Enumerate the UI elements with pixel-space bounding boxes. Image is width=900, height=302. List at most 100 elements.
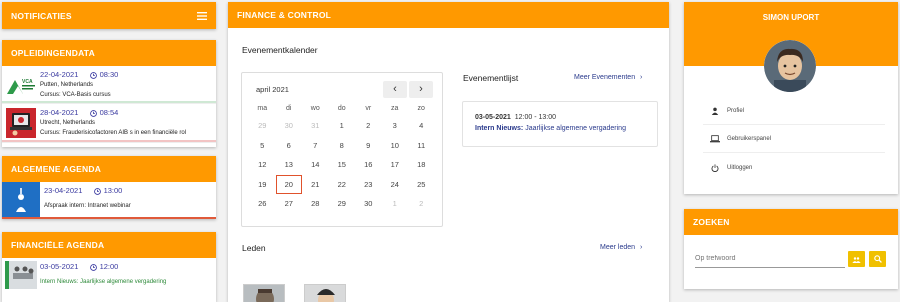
vca-logo-text: VCA	[22, 79, 33, 85]
calendar-day[interactable]: 2	[408, 194, 435, 214]
algemene-title: ALGEMENE AGENDA	[11, 164, 102, 174]
calendar-day[interactable]: 9	[355, 136, 382, 156]
menu-item-label: Profiel	[727, 108, 745, 114]
calendar-day[interactable]: 20	[275, 174, 303, 195]
chevron-right-icon: ›	[640, 74, 643, 81]
calendar-day[interactable]: 15	[329, 155, 356, 175]
members-search-button[interactable]	[848, 251, 865, 267]
calendar-day[interactable]: 27	[276, 194, 303, 214]
menu-item-label: Uitloggen	[727, 164, 753, 171]
calendar-day[interactable]: 4	[408, 116, 435, 136]
event-place: Putten, Netherlands	[40, 82, 94, 88]
calendar-day[interactable]: 31	[302, 116, 329, 136]
calendar-day[interactable]: 7	[302, 136, 329, 156]
chevron-right-icon: ›	[639, 244, 643, 251]
menu-icon[interactable]	[197, 11, 207, 21]
calendar-day[interactable]: 11	[408, 136, 435, 156]
calendar-day[interactable]: 14	[302, 155, 329, 175]
event-time: 08:30	[99, 70, 119, 79]
menu-item-label: Gebruikerspanel	[727, 136, 772, 142]
event-date: 03-05-2021	[475, 114, 511, 121]
calendar-day[interactable]: 5	[249, 136, 276, 156]
finance-header: FINANCE & CONTROL	[228, 2, 669, 28]
event-text: Intern Nieuws: Jaarlijkse algemene verga…	[40, 279, 167, 285]
calendar-day[interactable]: 28	[302, 194, 329, 214]
event-place: Utrecht, Netherlands	[40, 120, 96, 126]
weekday-label: do	[337, 105, 346, 112]
calendar-day[interactable]: 8	[329, 136, 356, 156]
event-time: 13:00	[103, 186, 123, 195]
search-button[interactable]	[869, 251, 886, 267]
item-accent	[2, 101, 216, 103]
calendar-month: april 2021	[256, 85, 289, 94]
calendar-day[interactable]: 12	[249, 155, 276, 175]
weekday-label: zo	[417, 105, 425, 112]
finance-control-card: FINANCE & CONTROL Evenementkalender apri…	[228, 2, 669, 302]
member-avatar[interactable]	[304, 284, 346, 302]
notifications-header: NOTIFICATIES	[2, 2, 216, 29]
event-date: 23-04-2021	[44, 186, 83, 195]
avatar[interactable]	[764, 40, 816, 92]
notifications-title: NOTIFICATIES	[11, 10, 72, 21]
member-avatar[interactable]	[243, 284, 285, 302]
event-time-range: 12:00 - 13:00	[514, 114, 557, 121]
calendar-day[interactable]: 19	[249, 175, 276, 195]
person-icon	[703, 107, 727, 115]
menu-item-logout[interactable]: Uitloggen	[703, 154, 885, 181]
calendar-day[interactable]: 1	[329, 116, 356, 136]
more-events-label: Meer Evenementen	[574, 74, 636, 81]
list-item[interactable]: 03-05-2021 12:00 Intern Nieuws: Jaarlijk…	[2, 258, 216, 302]
clock-icon	[94, 186, 102, 195]
calendar-day[interactable]: 25	[408, 175, 435, 195]
event-date: 03-05-2021	[40, 262, 79, 271]
calendar-day[interactable]: 13	[276, 155, 303, 175]
prev-month-button[interactable]: ‹	[383, 81, 407, 98]
calendar-day[interactable]: 1	[382, 194, 409, 214]
weekday-label: vr	[365, 105, 372, 112]
menu-item-dashboard[interactable]: Gebruikerspanel	[703, 126, 885, 153]
weekday-label: za	[391, 105, 399, 112]
calendar-day[interactable]: 30	[276, 116, 303, 136]
calendar-day[interactable]: 26	[249, 194, 276, 214]
menu-item-profile[interactable]: Profiel	[703, 98, 885, 125]
clock-icon	[90, 108, 98, 117]
list-item[interactable]: 23-04-2021 13:00 Afspraak intern: Intran…	[2, 182, 216, 219]
course-thumbnail	[2, 104, 40, 142]
event-date: 28-04-2021	[40, 108, 79, 117]
search-input[interactable]	[695, 250, 845, 268]
event-course: Cursus: VCA-Basis cursus	[40, 92, 111, 98]
more-members-link[interactable]: Meer leden ›	[600, 244, 642, 251]
search-title: ZOEKEN	[693, 217, 730, 227]
calendar-day[interactable]: 29	[329, 194, 356, 214]
calendar-day[interactable]: 10	[382, 136, 409, 156]
event-card[interactable]: 03-05-2021 12:00 - 13:00 Intern Nieuws: …	[462, 101, 658, 147]
calendar-day[interactable]: 17	[382, 155, 409, 175]
finance-title: FINANCE & CONTROL	[237, 10, 332, 20]
opleidingen-header: OPLEIDINGENDATA	[2, 40, 216, 66]
calendar-day[interactable]: 21	[302, 175, 329, 195]
calendar-day[interactable]: 24	[382, 175, 409, 195]
power-icon	[703, 163, 727, 172]
list-item[interactable]: VCA 22-04-2021 08:30 Putten, Netherlands…	[2, 66, 216, 104]
financiele-header: FINANCIËLE AGENDA	[2, 232, 216, 258]
calendar-day[interactable]: 30	[355, 194, 382, 214]
algemene-header: ALGEMENE AGENDA	[2, 156, 216, 182]
calendar-day[interactable]: 2	[355, 116, 382, 136]
calendar-day[interactable]: 18	[408, 155, 435, 175]
next-month-button[interactable]: ›	[409, 81, 433, 98]
calendar-day[interactable]: 6	[276, 136, 303, 156]
list-item[interactable]: 28-04-2021 08:54 Utrecht, Netherlands Cu…	[2, 104, 216, 143]
calendar-day[interactable]: 23	[355, 175, 382, 195]
weekday-label: di	[286, 105, 292, 112]
members-title: Leden	[242, 243, 266, 253]
calendar-day[interactable]: 3	[382, 116, 409, 136]
algemene-agenda-card: ALGEMENE AGENDA 23-04-2021 13:00 Afspraa…	[2, 156, 216, 219]
event-time: 08:54	[99, 108, 119, 117]
clock-icon	[90, 70, 98, 79]
webinar-thumbnail	[2, 182, 40, 219]
calendar-day[interactable]: 22	[329, 175, 356, 195]
more-events-link[interactable]: Meer Evenementen ›	[574, 74, 642, 81]
search-header: ZOEKEN	[684, 209, 898, 235]
calendar-day[interactable]: 16	[355, 155, 382, 175]
calendar-day[interactable]: 29	[249, 116, 276, 136]
